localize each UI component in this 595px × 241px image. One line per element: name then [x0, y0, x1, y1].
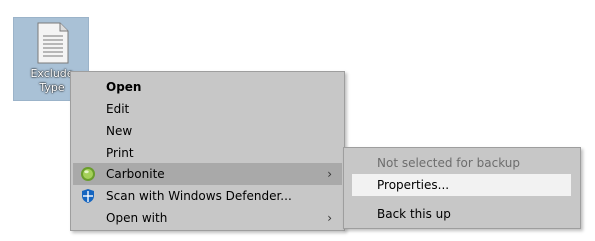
menu-item-open-with[interactable]: Open with › [73, 207, 342, 229]
document-icon [37, 22, 69, 64]
file-name-line-2: Type [39, 81, 65, 94]
submenu-item-not-selected-label: Not selected for backup [377, 156, 520, 170]
menu-item-open-label: Open [106, 80, 142, 94]
menu-item-print[interactable]: Print [73, 142, 342, 164]
file-name-line-1: Exclude [30, 67, 74, 80]
menu-item-new[interactable]: New [73, 120, 342, 142]
submenu-item-properties-label: Properties... [377, 178, 450, 192]
submenu-item-not-selected: Not selected for backup [352, 152, 571, 174]
submenu-item-back-this-up[interactable]: Back this up [352, 203, 571, 225]
windows-defender-icon [82, 189, 94, 203]
carbonite-submenu: Not selected for backup Properties... Ba… [343, 147, 581, 229]
submenu-item-back-this-up-label: Back this up [377, 207, 451, 221]
menu-item-new-label: New [106, 124, 133, 138]
menu-item-edit-label: Edit [106, 102, 130, 116]
chevron-right-icon: › [327, 167, 332, 181]
menu-item-scan-defender[interactable]: Scan with Windows Defender... [73, 185, 342, 207]
submenu-item-properties[interactable]: Properties... [352, 174, 571, 196]
menu-item-carbonite[interactable]: Carbonite › [73, 163, 342, 185]
menu-item-open[interactable]: Open [73, 76, 342, 98]
carbonite-icon [81, 167, 95, 181]
menu-item-print-label: Print [106, 146, 134, 160]
menu-item-carbonite-label: Carbonite [106, 167, 165, 181]
menu-item-edit[interactable]: Edit [73, 98, 342, 120]
menu-item-scan-defender-label: Scan with Windows Defender... [106, 189, 292, 203]
menu-item-open-with-label: Open with [106, 211, 168, 225]
chevron-right-icon: › [327, 211, 332, 225]
context-menu: Open Edit New Print Carbonite › Scan wit… [70, 71, 345, 231]
